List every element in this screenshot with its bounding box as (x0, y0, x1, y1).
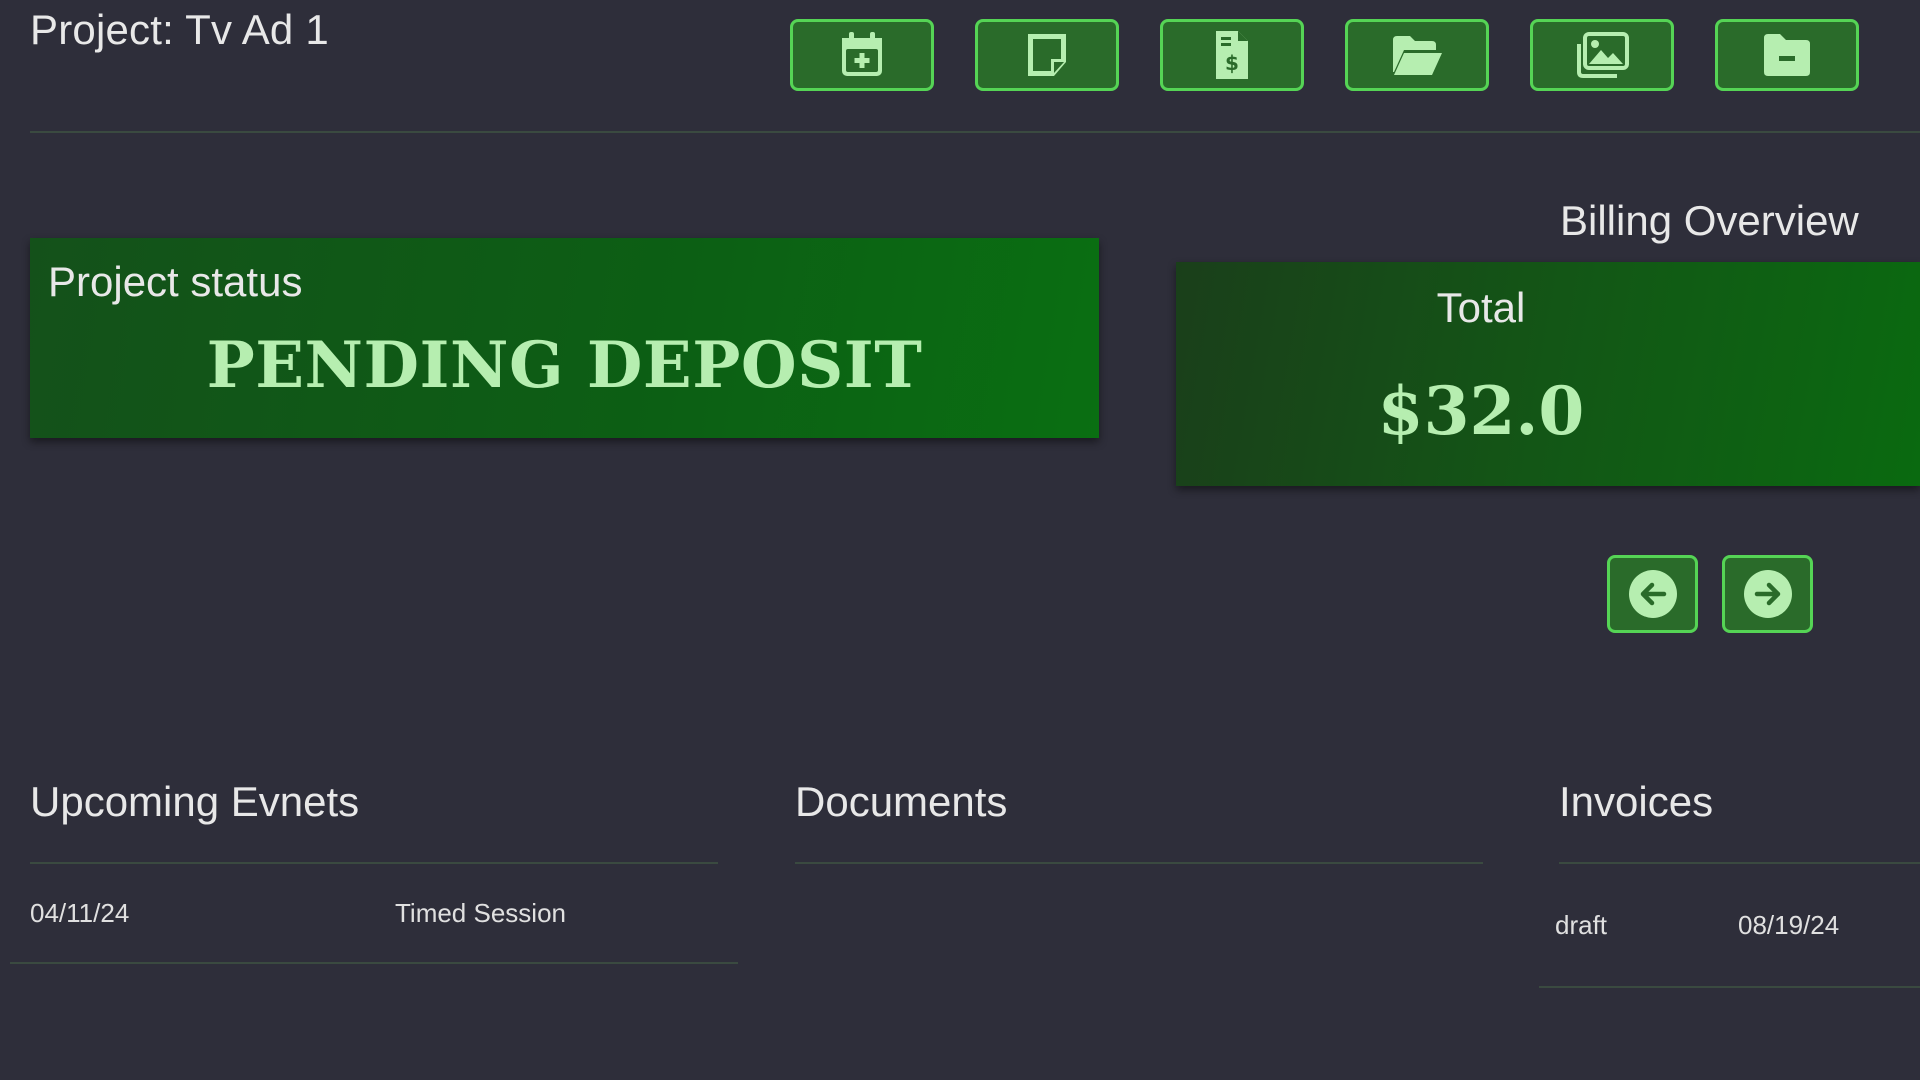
event-row[interactable]: 04/11/24 Timed Session (10, 864, 738, 964)
status-value: PENDING DEPOSIT (206, 328, 923, 403)
remove-folder-button[interactable] (1715, 19, 1859, 91)
open-folder-button[interactable] (1345, 19, 1489, 91)
invoices-section: Invoices draft 08/19/24 (1539, 778, 1920, 988)
add-note-button[interactable] (975, 19, 1119, 91)
documents-section: Documents (795, 778, 1483, 864)
folder-open-icon (1393, 36, 1442, 75)
calendar-plus-icon (842, 32, 882, 76)
billing-nav (1607, 555, 1813, 633)
event-date: 04/11/24 (30, 897, 130, 928)
add-event-button[interactable] (790, 19, 934, 91)
status-label: Project status (48, 258, 303, 305)
add-invoice-button[interactable]: $ (1160, 19, 1304, 91)
documents-title: Documents (795, 778, 1008, 825)
billing-total-card: Total $32.0 (1176, 262, 1920, 486)
page-title: Project: Tv Ad 1 (30, 6, 329, 53)
images-icon (1577, 32, 1629, 78)
invoice-date: 08/19/24 (1738, 909, 1840, 940)
arrow-left-circle-icon (1628, 570, 1677, 618)
project-status-card: Project status PENDING DEPOSIT (30, 238, 1099, 438)
invoices-title: Invoices (1559, 778, 1714, 825)
header-divider (30, 131, 1920, 133)
billing-overview-title: Billing Overview (1560, 197, 1859, 244)
folder-minus-icon (1764, 34, 1810, 76)
invoice-status: draft (1555, 909, 1608, 940)
arrow-right-circle-icon (1743, 570, 1792, 618)
billing-total-label: Total (1436, 284, 1526, 331)
upcoming-events-title: Upcoming Evnets (30, 778, 360, 825)
invoice-dollar-icon: $ (1216, 31, 1248, 79)
gallery-button[interactable] (1530, 19, 1674, 91)
toolbar: $ (790, 19, 1859, 91)
invoice-row[interactable]: draft 08/19/24 (1539, 864, 1920, 988)
event-name: Timed Session (395, 897, 566, 928)
upcoming-events-section: Upcoming Evnets 04/11/24 Timed Session (10, 778, 738, 964)
billing-total-value: $32.0 (1377, 372, 1585, 450)
billing-prev-button[interactable] (1607, 555, 1698, 633)
svg-text:$: $ (1225, 51, 1239, 75)
billing-next-button[interactable] (1722, 555, 1813, 633)
sticky-note-icon (1028, 34, 1066, 76)
section-divider (795, 862, 1483, 864)
